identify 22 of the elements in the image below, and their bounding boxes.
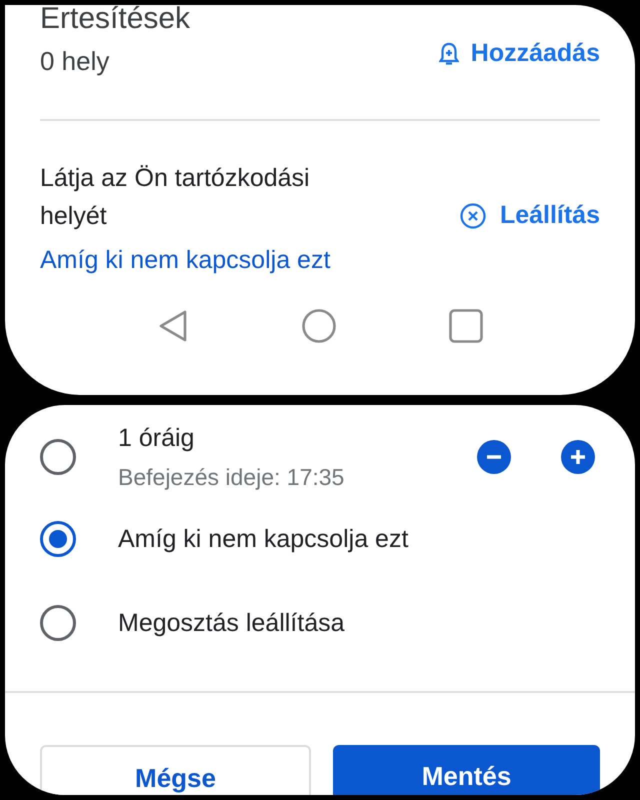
sharing-duration: Amíg ki nem kapcsolja ezt [40, 245, 332, 276]
bell-plus-icon [438, 42, 459, 66]
radio-button[interactable] [40, 521, 76, 557]
recents-icon[interactable] [449, 309, 484, 343]
save-button[interactable]: Mentés [333, 745, 600, 795]
plus-icon[interactable] [561, 440, 595, 474]
option-sublabel: Befejezés ideje: 17:35 [118, 463, 346, 492]
section-title: Ertesítések [40, 5, 190, 37]
close-circle-icon [460, 202, 486, 229]
radio-button[interactable] [40, 439, 76, 475]
add-button[interactable]: Hozzáadás [438, 35, 600, 72]
location-count: 0 hely [40, 45, 110, 78]
radio-button[interactable] [40, 605, 76, 641]
stop-button[interactable]: Leállítás [460, 197, 600, 234]
option-label: Megosztás leállítása [118, 608, 346, 639]
option-label: Amíg ki nem kapcsolja ezt [118, 524, 410, 555]
cancel-button[interactable]: Mégse [40, 745, 311, 795]
option-label: 1 óráig [118, 423, 196, 454]
back-icon[interactable] [156, 309, 189, 343]
minus-icon[interactable] [477, 440, 511, 474]
home-icon[interactable] [302, 309, 336, 343]
sharing-description: Látja az Ön tartózkodási helyét [40, 163, 311, 232]
